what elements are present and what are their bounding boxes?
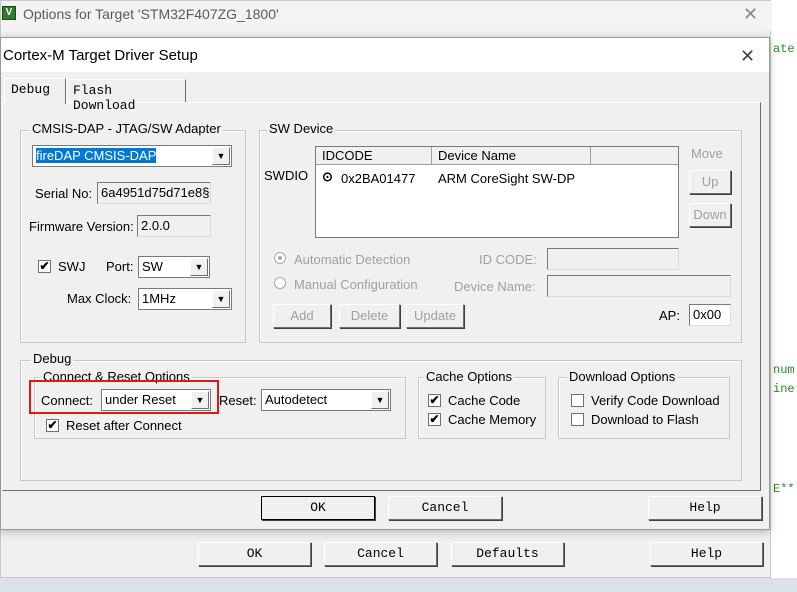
id-code-field[interactable] xyxy=(547,248,679,270)
chevron-down-icon[interactable]: ▼ xyxy=(212,147,230,165)
port-select[interactable]: SW ▼ xyxy=(138,256,210,278)
options-defaults-button[interactable]: Defaults xyxy=(451,542,564,566)
device-name-field[interactable] xyxy=(547,275,731,297)
automatic-detection-radio[interactable] xyxy=(274,252,286,264)
adapter-select-value: fireDAP CMSIS-DAP xyxy=(36,148,157,163)
row-device-name[interactable]: ARM CoreSight SW-DP xyxy=(438,171,575,186)
port-label: Port: xyxy=(106,259,134,274)
move-down-button[interactable]: Down xyxy=(689,203,731,227)
download-options-group-label: Download Options xyxy=(567,369,678,384)
chevron-down-icon[interactable]: ▼ xyxy=(371,391,389,409)
reset-after-connect-label: Reset after Connect xyxy=(66,418,182,433)
dialog-ok-button[interactable]: OK xyxy=(261,496,375,520)
move-up-button[interactable]: Up xyxy=(689,170,731,194)
adapter-group-label: CMSIS-DAP - JTAG/SW Adapter xyxy=(30,121,223,136)
reset-select-value: Autodetect xyxy=(265,392,328,407)
column-header-idcode[interactable]: IDCODE xyxy=(316,147,432,165)
verify-code-download-label: Verify Code Download xyxy=(591,393,720,408)
dialog-title: Cortex-M Target Driver Setup xyxy=(3,47,198,64)
options-window-title: Options for Target 'STM32F407ZG_1800' xyxy=(23,6,279,22)
code-editor-strip xyxy=(770,0,797,592)
chevron-down-icon[interactable]: ▼ xyxy=(190,258,208,276)
editor-text-2: num xyxy=(773,363,795,377)
options-cancel-button[interactable]: Cancel xyxy=(324,542,437,566)
selected-row-radio-icon: ⊙ xyxy=(322,169,333,184)
chevron-down-icon[interactable]: ▼ xyxy=(212,290,230,308)
tab-flash-download[interactable]: Flash Download xyxy=(66,79,186,113)
sw-device-list[interactable]: IDCODE Device Name ⊙ 0x2BA01477 ARM Core… xyxy=(315,146,679,238)
target-driver-setup-dialog: Cortex-M Target Driver Setup ✕ Debug Fla… xyxy=(0,37,770,530)
swj-label: SWJ xyxy=(58,259,86,274)
maxclock-label: Max Clock: xyxy=(67,291,132,306)
device-name-label: Device Name: xyxy=(454,279,536,294)
update-button[interactable]: Update xyxy=(406,304,464,328)
delete-button[interactable]: Delete xyxy=(339,304,400,328)
verify-code-download-checkbox[interactable] xyxy=(571,394,584,407)
cache-memory-checkbox[interactable]: ✔ xyxy=(428,413,441,426)
ap-label: AP: xyxy=(659,308,680,323)
reset-select[interactable]: Autodetect ▼ xyxy=(261,389,391,411)
port-select-value: SW xyxy=(142,259,163,274)
column-header-device-name[interactable]: Device Name xyxy=(432,147,591,165)
tab-debug[interactable]: Debug xyxy=(4,78,66,104)
options-ok-button[interactable]: OK xyxy=(198,542,311,566)
options-window-titlebar: V Options for Target 'STM32F407ZG_1800' … xyxy=(1,1,772,31)
dialog-titlebar: Cortex-M Target Driver Setup ✕ xyxy=(1,38,769,72)
serial-label: Serial No: xyxy=(35,186,93,201)
cache-code-label: Cache Code xyxy=(448,393,521,408)
reset-label: Reset: xyxy=(219,393,257,408)
add-button[interactable]: Add xyxy=(273,304,331,328)
close-icon[interactable]: ✕ xyxy=(743,5,758,23)
maxclock-select-value: 1MHz xyxy=(142,291,176,306)
close-icon[interactable]: ✕ xyxy=(740,47,755,65)
sw-device-group-label: SW Device xyxy=(267,121,336,136)
options-help-button[interactable]: Help xyxy=(650,542,763,566)
firmware-label: Firmware Version: xyxy=(29,219,134,234)
cache-memory-label: Cache Memory xyxy=(448,412,537,427)
dialog-help-button[interactable]: Help xyxy=(648,496,762,520)
cache-options-group xyxy=(418,377,546,439)
download-to-flash-checkbox[interactable] xyxy=(571,413,584,426)
swj-checkbox[interactable]: ✔ xyxy=(38,260,51,273)
download-options-group xyxy=(558,377,730,439)
column-header-empty xyxy=(591,147,678,165)
annotation-highlight-box xyxy=(29,380,219,414)
ap-field[interactable]: 0x00 xyxy=(689,304,731,326)
cache-code-checkbox[interactable]: ✔ xyxy=(428,394,441,407)
editor-text-4: E** xyxy=(773,482,795,496)
editor-text-1: ate xyxy=(773,42,795,56)
serial-field[interactable]: 6a4951d75d71e8§ xyxy=(97,182,211,204)
adapter-select[interactable]: fireDAP CMSIS-DAP ▼ xyxy=(32,145,232,167)
keil-app-icon: V xyxy=(2,6,16,20)
move-label: Move xyxy=(691,146,723,161)
manual-configuration-radio[interactable] xyxy=(274,277,286,289)
download-to-flash-label: Download to Flash xyxy=(591,412,699,427)
manual-configuration-label: Manual Configuration xyxy=(294,277,418,292)
editor-text-3: ine xyxy=(773,382,795,396)
taskbar-strip xyxy=(0,578,797,592)
maxclock-select[interactable]: 1MHz ▼ xyxy=(138,288,232,310)
cache-options-group-label: Cache Options xyxy=(424,369,514,384)
id-code-label: ID CODE: xyxy=(479,252,537,267)
swdio-label: SWDIO xyxy=(264,168,309,183)
debug-group-label: Debug xyxy=(31,351,74,366)
firmware-field[interactable]: 2.0.0 xyxy=(137,215,211,237)
row-idcode[interactable]: 0x2BA01477 xyxy=(341,171,415,186)
reset-after-connect-checkbox[interactable]: ✔ xyxy=(46,419,59,432)
automatic-detection-label: Automatic Detection xyxy=(294,252,411,267)
dialog-cancel-button[interactable]: Cancel xyxy=(388,496,502,520)
